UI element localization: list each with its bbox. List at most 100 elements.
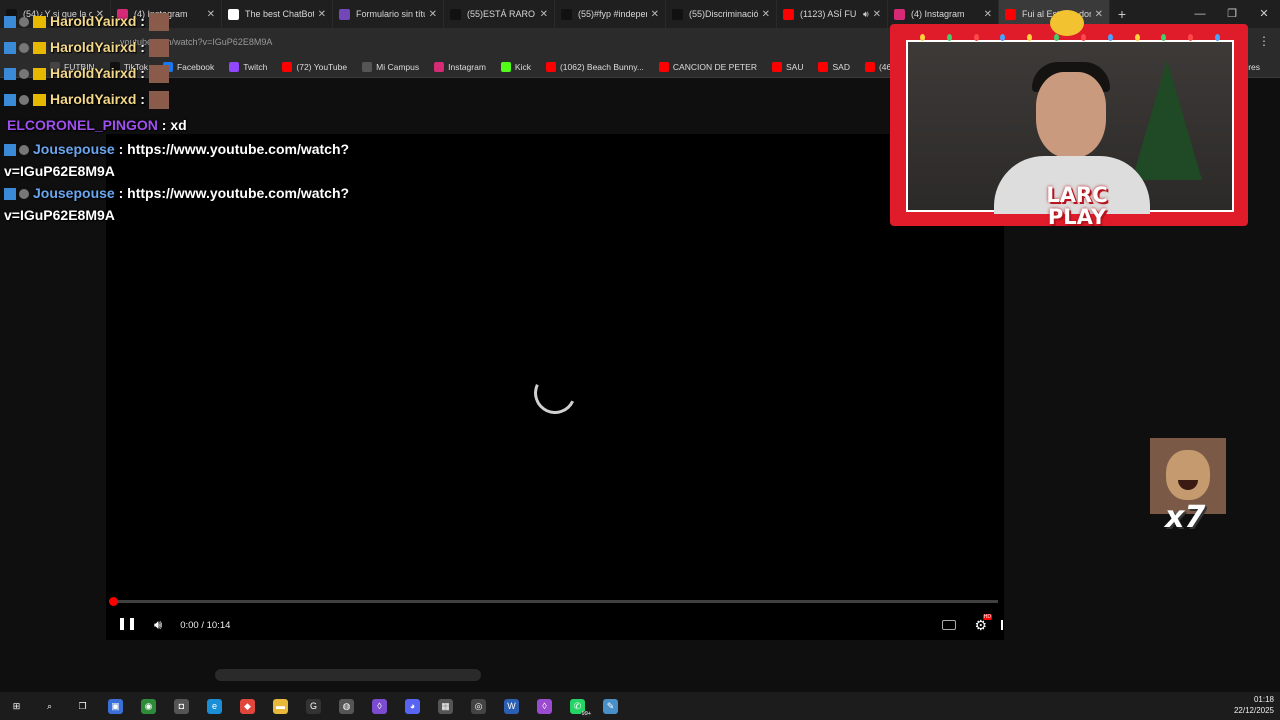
tab-title: (55)ESTÁ RARO ES: [467, 9, 536, 19]
taskbar-glyph: G: [306, 698, 321, 714]
epic-icon[interactable]: G: [297, 692, 330, 720]
taskbar-glyph: ✎: [603, 698, 618, 714]
chat-text: : https://www.youtube.com/watch?: [118, 141, 350, 157]
scrubber-handle[interactable]: [109, 597, 118, 606]
browser-menu-icon[interactable]: ⋮: [1258, 34, 1270, 48]
close-tab-icon[interactable]: ✕: [1095, 9, 1103, 20]
chat-badge-icon: [4, 68, 16, 81]
bookmark-favicon-icon: [545, 61, 556, 72]
bookmark-item[interactable]: CANCION DE PETER: [658, 61, 757, 72]
clock-time: 01:18: [1253, 695, 1274, 704]
bookmark-item[interactable]: Instagram: [434, 61, 486, 72]
bookmark-item[interactable]: SAD: [818, 61, 850, 72]
logo-line-1: LARC: [1046, 183, 1108, 207]
settings-gear-icon[interactable]: ⚙ HD: [974, 613, 992, 634]
taskbar-glyph: ⌕: [46, 700, 53, 711]
logo-line-2: PLAY: [1047, 205, 1107, 229]
emote-multiplier: x7: [1165, 500, 1206, 535]
close-tab-icon[interactable]: ✕: [540, 9, 548, 20]
tab-audio-icon[interactable]: 🔊︎: [863, 9, 869, 20]
taskbar-glyph: ◆: [240, 698, 255, 714]
obsidian-alt-icon[interactable]: ◊: [528, 692, 561, 720]
horizontal-scrollbar[interactable]: [215, 669, 481, 681]
folder-icon[interactable]: ▬: [264, 692, 297, 720]
stream-chat-overlay: HaroldYairxd : HaroldYairxd : HaroldYairxd…: [4, 8, 424, 226]
chat-badge-icon: [19, 43, 29, 54]
system-clock[interactable]: 01:18 22/12/2025: [1234, 694, 1274, 716]
bookmark-label: SAU: [786, 61, 804, 72]
pause-icon[interactable]: [120, 618, 134, 632]
whatsapp-icon[interactable]: ✆ 99+: [561, 692, 594, 720]
bookmark-label: SAD: [832, 61, 850, 72]
chrome-icon[interactable]: ◉: [132, 692, 165, 720]
chat-message: Jousepouse : https://www.youtube.com/wat…: [4, 138, 424, 182]
bookmark-item[interactable]: Kick: [500, 61, 531, 72]
taskbar-glyph: ▬: [273, 698, 288, 714]
close-window-icon[interactable]: ✕: [1248, 0, 1280, 28]
christmas-bell-icon: [1050, 10, 1084, 36]
subtitles-icon[interactable]: [942, 620, 957, 630]
steam-icon[interactable]: ◍: [330, 692, 363, 720]
bookmark-favicon-icon: [434, 61, 445, 72]
discord-icon[interactable]: ◕: [396, 692, 429, 720]
tiktok-icon: [672, 8, 683, 20]
chat-badge-icon: [19, 145, 29, 156]
obsidian-icon[interactable]: ◊: [363, 692, 396, 720]
chat-username: HaroldYairxd: [50, 91, 137, 107]
time-display: 0:00 / 10:14: [180, 619, 231, 631]
volume-icon[interactable]: 🔊︎: [154, 617, 162, 633]
chat-badge-icon: [4, 94, 16, 107]
chat-badge-icon: [19, 95, 29, 106]
loading-spinner-icon: [528, 366, 582, 420]
search-icon[interactable]: ⌕: [33, 692, 66, 720]
close-tab-icon[interactable]: ✕: [651, 9, 659, 20]
notepad-icon[interactable]: ✎: [594, 692, 627, 720]
player-controls-right: ⚙ HD: [942, 610, 1004, 640]
close-tab-icon[interactable]: ✕: [873, 9, 881, 20]
bookmark-label: Kick: [514, 61, 531, 72]
taskbar-glyph: ◕: [405, 698, 420, 714]
webcam-overlay: LARC PLAY: [890, 10, 1248, 229]
laughing-face-emote: [1166, 450, 1210, 500]
chat-message: HaroldYairxd :: [4, 8, 424, 34]
chat-username: HaroldYairxd: [50, 65, 137, 81]
edge-icon[interactable]: e: [198, 692, 231, 720]
player-edge-marker: [1001, 620, 1003, 630]
taskbar-glyph: ❐: [78, 700, 87, 711]
browser-tab[interactable]: (55)ESTÁ RARO ES ✕: [444, 0, 555, 28]
bookmark-favicon-icon: [864, 61, 875, 72]
word-icon[interactable]: W: [495, 692, 528, 720]
chat-message: HaroldYairxd :: [4, 60, 424, 86]
chat-emote: [148, 91, 169, 110]
windows-start-icon[interactable]: ⊞: [0, 692, 33, 720]
bookmark-item[interactable]: SAU: [772, 61, 804, 72]
tab-title: (4) Instagram: [911, 9, 965, 19]
christmas-lights: [920, 34, 1220, 50]
chat-username: Jousepouse: [33, 185, 115, 201]
chat-message: HaroldYairxd :: [4, 86, 424, 112]
store-icon[interactable]: ▣: [99, 692, 132, 720]
chat-text: : xd: [161, 117, 187, 133]
browser-tab[interactable]: (55)#fyp #indepen ✕: [555, 0, 666, 28]
chrome-dev-icon[interactable]: ◎: [462, 692, 495, 720]
chat-badge-icon: [19, 17, 29, 28]
calculator-icon[interactable]: ▦: [429, 692, 462, 720]
notification-badge: 99+: [580, 711, 592, 717]
chat-emote: [148, 13, 169, 32]
task-view-icon[interactable]: ❐: [66, 692, 99, 720]
browser-tab[interactable]: (1123) ASÍ FU 🔊︎ ✕: [777, 0, 888, 28]
anydesk-icon[interactable]: ◆: [231, 692, 264, 720]
chat-username: HaroldYairxd: [50, 39, 137, 55]
new-tab-button[interactable]: +: [1110, 6, 1134, 22]
tab-title: (55)#fyp #indepen: [578, 9, 647, 19]
gamepad-icon[interactable]: ◘: [165, 692, 198, 720]
progress-bar[interactable]: [109, 597, 998, 606]
taskbar-glyph: ◍: [339, 698, 354, 714]
close-tab-icon[interactable]: ✕: [762, 9, 770, 20]
bookmark-favicon-icon: [658, 61, 669, 72]
chat-text: : https://www.youtube.com/watch?: [118, 185, 350, 201]
close-tab-icon[interactable]: ✕: [429, 9, 437, 20]
bookmark-item[interactable]: (1062) Beach Bunny...: [545, 61, 644, 72]
browser-tab[interactable]: (55)Discriminación ✕: [666, 0, 777, 28]
close-tab-icon[interactable]: ✕: [984, 9, 992, 20]
